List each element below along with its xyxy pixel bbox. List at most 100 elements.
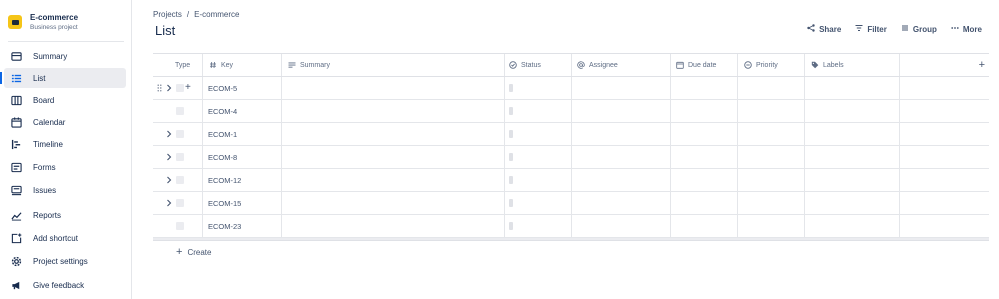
create-button[interactable]: + Create xyxy=(176,247,211,258)
priority-cell[interactable] xyxy=(738,100,805,122)
table-row[interactable]: + ECOM-5 xyxy=(153,77,989,100)
summary-cell[interactable] xyxy=(282,123,505,145)
column-header-summary[interactable]: Summary xyxy=(282,54,505,76)
labels-cell[interactable] xyxy=(805,169,900,191)
column-header-priority[interactable]: Priority xyxy=(738,54,805,76)
sidebar-item-summary[interactable]: Summary xyxy=(4,46,126,66)
table-row[interactable]: ECOM-4 xyxy=(153,100,989,123)
breadcrumb-projects-link[interactable]: Projects xyxy=(153,10,182,19)
issue-key-link[interactable]: ECOM-4 xyxy=(203,107,237,116)
assignee-cell[interactable] xyxy=(572,77,671,99)
assignee-cell[interactable] xyxy=(572,123,671,145)
priority-cell[interactable] xyxy=(738,123,805,145)
column-header-assignee[interactable]: Assignee xyxy=(572,54,671,76)
due-date-cell[interactable] xyxy=(671,192,738,214)
issue-key-link[interactable]: ECOM-5 xyxy=(203,84,237,93)
priority-cell[interactable] xyxy=(738,192,805,214)
due-date-cell[interactable] xyxy=(671,215,738,237)
status-cell xyxy=(505,100,572,122)
table-row[interactable]: ECOM-15 xyxy=(153,192,989,215)
assignee-cell[interactable] xyxy=(572,169,671,191)
issue-type-icon[interactable] xyxy=(176,176,184,184)
issue-type-icon[interactable] xyxy=(176,153,184,161)
chevron-right-icon[interactable] xyxy=(166,176,172,184)
add-column-button[interactable]: + xyxy=(900,54,989,76)
labels-cell[interactable] xyxy=(805,100,900,122)
drag-handle-icon[interactable] xyxy=(157,84,162,92)
assignee-cell[interactable] xyxy=(572,215,671,237)
sidebar-item-timeline[interactable]: Timeline xyxy=(4,134,126,154)
column-header-status[interactable]: Status xyxy=(505,54,572,76)
sidebar-item-project-settings[interactable]: Project settings xyxy=(4,251,126,271)
due-date-cell[interactable] xyxy=(671,169,738,191)
sidebar-item-forms[interactable]: Forms xyxy=(4,157,126,177)
assignee-cell[interactable] xyxy=(572,192,671,214)
table-row[interactable]: ECOM-23 xyxy=(153,215,989,238)
labels-cell[interactable] xyxy=(805,192,900,214)
status-badge[interactable] xyxy=(509,222,513,230)
sidebar-item-issues[interactable]: Issues xyxy=(4,180,126,200)
issue-type-icon[interactable] xyxy=(176,84,184,92)
due-date-cell[interactable] xyxy=(671,100,738,122)
table-row[interactable]: ECOM-12 xyxy=(153,169,989,192)
issue-type-icon[interactable] xyxy=(176,107,184,115)
chevron-right-icon[interactable] xyxy=(166,153,172,161)
sidebar-item-give-feedback[interactable]: Give feedback xyxy=(4,275,126,295)
issue-key-link[interactable]: ECOM-1 xyxy=(203,130,237,139)
sidebar-item-calendar[interactable]: Calendar xyxy=(4,112,126,132)
priority-cell[interactable] xyxy=(738,215,805,237)
issue-type-icon[interactable] xyxy=(176,199,184,207)
priority-cell[interactable] xyxy=(738,146,805,168)
status-badge[interactable] xyxy=(509,153,513,161)
status-badge[interactable] xyxy=(509,84,513,92)
column-header-labels[interactable]: Labels xyxy=(805,54,900,76)
summary-cell[interactable] xyxy=(282,215,505,237)
sidebar-item-list[interactable]: List xyxy=(0,68,126,88)
breadcrumb-project-link[interactable]: E-commerce xyxy=(194,10,239,19)
project-header[interactable]: E-commerce Business project xyxy=(8,12,78,32)
table-row[interactable]: ECOM-1 xyxy=(153,123,989,146)
issue-key-link[interactable]: ECOM-23 xyxy=(203,222,241,231)
chevron-right-icon[interactable] xyxy=(166,84,172,92)
sidebar-item-add-shortcut[interactable]: Add shortcut xyxy=(4,228,126,248)
issue-type-icon[interactable] xyxy=(176,130,184,138)
summary-cell[interactable] xyxy=(282,100,505,122)
more-button[interactable]: More xyxy=(951,24,982,34)
plus-icon: + xyxy=(978,59,985,71)
issue-key-link[interactable]: ECOM-8 xyxy=(203,153,237,162)
status-badge[interactable] xyxy=(509,176,513,184)
chevron-right-icon[interactable] xyxy=(166,130,172,138)
assignee-cell[interactable] xyxy=(572,100,671,122)
labels-cell[interactable] xyxy=(805,215,900,237)
share-button[interactable]: Share xyxy=(807,24,841,34)
priority-cell[interactable] xyxy=(738,169,805,191)
labels-cell[interactable] xyxy=(805,123,900,145)
priority-cell[interactable] xyxy=(738,77,805,99)
issue-key-link[interactable]: ECOM-12 xyxy=(203,176,241,185)
column-header-type[interactable]: Type xyxy=(153,54,203,76)
assignee-cell[interactable] xyxy=(572,146,671,168)
due-date-cell[interactable] xyxy=(671,77,738,99)
add-child-icon[interactable]: + xyxy=(185,82,191,94)
table-row[interactable]: ECOM-8 xyxy=(153,146,989,169)
group-button[interactable]: Group xyxy=(901,24,937,34)
issue-type-icon[interactable] xyxy=(176,222,184,230)
due-date-cell[interactable] xyxy=(671,146,738,168)
chevron-right-icon[interactable] xyxy=(166,199,172,207)
sidebar-item-reports[interactable]: Reports xyxy=(4,205,126,225)
column-header-key[interactable]: Key xyxy=(203,54,282,76)
summary-cell[interactable] xyxy=(282,77,505,99)
issue-key-link[interactable]: ECOM-15 xyxy=(203,199,241,208)
status-badge[interactable] xyxy=(509,130,513,138)
status-badge[interactable] xyxy=(509,107,513,115)
status-badge[interactable] xyxy=(509,199,513,207)
summary-cell[interactable] xyxy=(282,192,505,214)
sidebar-item-board[interactable]: Board xyxy=(4,90,126,110)
labels-cell[interactable] xyxy=(805,146,900,168)
column-header-due-date[interactable]: Due date xyxy=(671,54,738,76)
summary-cell[interactable] xyxy=(282,169,505,191)
filter-button[interactable]: Filter xyxy=(855,24,887,34)
labels-cell[interactable] xyxy=(805,77,900,99)
due-date-cell[interactable] xyxy=(671,123,738,145)
summary-cell[interactable] xyxy=(282,146,505,168)
